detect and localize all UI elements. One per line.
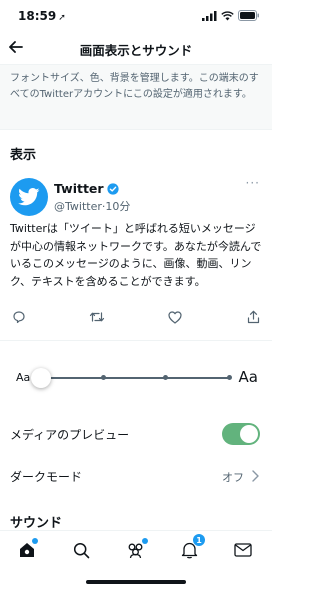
tweet-handle-time: @Twitter·10分 <box>54 200 131 213</box>
slider-step[interactable] <box>163 375 168 380</box>
like-button[interactable] <box>166 308 184 326</box>
more-options-icon[interactable]: ··· <box>246 176 260 190</box>
font-size-small-label: Aa <box>16 371 31 384</box>
location-icon: ➚ <box>58 13 66 23</box>
tab-home[interactable] <box>16 538 38 561</box>
reply-icon <box>13 311 25 324</box>
tweet-author: Twitter <box>54 181 119 196</box>
dark-mode-row[interactable]: ダークモード オフ <box>0 456 272 496</box>
battery-icon <box>238 10 259 21</box>
description-text: フォントサイズ、色、背景を管理します。この端末のすべてのTwitterアカウント… <box>10 73 259 100</box>
communities-badge-dot <box>142 538 148 544</box>
retweet-icon <box>89 312 105 322</box>
sound-heading: サウンド <box>10 516 63 531</box>
search-icon <box>73 542 89 558</box>
description-box: フォントサイズ、色、背景を管理します。この端末のすべてのTwitterアカウント… <box>0 64 272 130</box>
media-preview-row[interactable]: メディアのプレビュー <box>0 414 272 454</box>
communities-icon <box>128 543 142 558</box>
font-size-slider[interactable]: Aa Aa <box>0 362 272 392</box>
tweet-preview: Twitter @Twitter·10分 ··· Twitterは「ツイート」と… <box>0 168 272 338</box>
status-time: 18:59 ➚ <box>18 9 66 23</box>
tab-notifications[interactable]: 1 <box>178 534 205 561</box>
tab-messages[interactable] <box>232 539 254 561</box>
media-preview-label: メディアのプレビュー <box>10 428 130 442</box>
twitter-bird-icon <box>18 188 40 206</box>
retweet-button[interactable] <box>88 308 106 326</box>
nav-bar: 画面表示とサウンド <box>0 34 272 64</box>
signal-icon <box>202 10 217 21</box>
notifications-badge: 1 <box>193 534 205 546</box>
slider-step[interactable] <box>227 375 232 380</box>
avatar <box>10 178 48 216</box>
dark-mode-label: ダークモード <box>10 470 83 484</box>
toggle-knob <box>240 425 258 443</box>
heart-icon <box>168 310 182 324</box>
slider-step[interactable] <box>101 375 106 380</box>
font-size-large-label: Aa <box>238 368 258 386</box>
verified-badge-icon <box>106 182 119 195</box>
display-heading: 表示 <box>10 148 37 163</box>
mail-icon <box>234 543 252 557</box>
home-badge-dot <box>32 538 38 544</box>
share-button[interactable] <box>244 308 262 326</box>
chevron-right-icon <box>252 470 259 482</box>
tab-communities[interactable] <box>124 538 148 561</box>
wifi-icon <box>221 10 234 20</box>
slider-thumb[interactable] <box>31 368 51 388</box>
divider <box>0 340 272 341</box>
page-title: 画面表示とサウンド <box>79 43 193 58</box>
tweet-body: Twitterは「ツイート」と呼ばれる短いメッセージが中心の情報ネットワークです… <box>10 222 262 288</box>
dark-mode-value: オフ <box>222 471 244 484</box>
home-indicator <box>86 580 186 584</box>
status-icons <box>202 10 260 21</box>
tab-search[interactable] <box>70 539 92 561</box>
reply-button[interactable] <box>10 308 28 326</box>
tweet-actions <box>10 308 262 330</box>
media-preview-toggle[interactable] <box>222 423 260 445</box>
status-bar: 18:59 ➚ <box>0 0 272 34</box>
slider-track[interactable] <box>40 377 230 379</box>
time-text: 18:59 <box>18 9 57 23</box>
share-icon <box>247 310 259 324</box>
tweet-author-name: Twitter <box>54 181 104 196</box>
